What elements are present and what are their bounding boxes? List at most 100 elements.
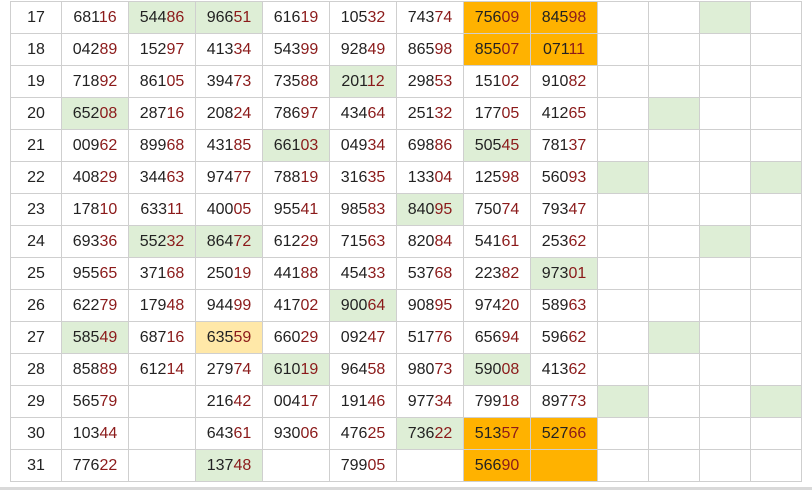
- number-cell: 25132: [396, 97, 464, 130]
- row-number: 17: [10, 1, 62, 34]
- highlight-cell: [699, 1, 751, 34]
- number-cell: 86105: [128, 65, 196, 98]
- last-two-digits: 62: [568, 328, 587, 346]
- last-two-digits: 46: [367, 392, 386, 410]
- number-cell: 53768: [396, 257, 464, 290]
- last-two-digits: 16: [166, 104, 185, 122]
- highlight-cell: [750, 353, 802, 386]
- last-two-digits: 88: [300, 264, 319, 282]
- number-cell: 41702: [262, 289, 330, 322]
- last-two-digits: 47: [568, 200, 587, 218]
- number-cell: 65208: [61, 97, 129, 130]
- last-two-digits: 34: [367, 136, 386, 154]
- highlight-cell: [648, 33, 700, 66]
- number-cell: [262, 449, 330, 482]
- last-two-digits: 79: [99, 392, 118, 410]
- last-two-digits: 05: [233, 200, 252, 218]
- number-cell: 12598: [463, 161, 531, 194]
- last-two-digits: 24: [233, 104, 252, 122]
- number-cell: 31635: [329, 161, 397, 194]
- number-cell: 56690: [463, 449, 531, 482]
- last-two-digits: 74: [233, 360, 252, 378]
- highlight-cell: [597, 385, 649, 418]
- last-two-digits: 63: [568, 296, 587, 314]
- highlight-cell: [750, 193, 802, 226]
- last-two-digits: 79: [99, 296, 118, 314]
- last-two-digits: 95: [434, 296, 453, 314]
- number-cell: 65694: [463, 321, 531, 354]
- highlight-cell: [597, 1, 649, 34]
- highlight-cell: [648, 129, 700, 162]
- highlight-cell: [699, 321, 751, 354]
- last-two-digits: 63: [367, 232, 386, 250]
- number-cell: 43185: [195, 129, 263, 162]
- table-row: 25 95565 37168 25019 44188 45433 53768 22382 973…: [10, 257, 802, 290]
- highlight-cell: [750, 225, 802, 258]
- number-cell: 20112: [329, 65, 397, 98]
- highlight-cell: [750, 1, 802, 34]
- highlight-cell: [750, 385, 802, 418]
- highlight-cell: [750, 257, 802, 290]
- last-two-digits: 98: [501, 168, 520, 186]
- last-two-digits: 86: [166, 8, 185, 26]
- last-two-digits: 10: [99, 200, 118, 218]
- highlight-cell: [699, 193, 751, 226]
- number-cell: 85507: [463, 33, 531, 66]
- number-cell: 78697: [262, 97, 330, 130]
- highlight-cell: [597, 449, 649, 482]
- last-two-digits: 49: [367, 40, 386, 58]
- highlight-cell: [648, 289, 700, 322]
- number-cell: 17705: [463, 97, 531, 130]
- row-number: 22: [10, 161, 62, 194]
- number-cell: 98583: [329, 193, 397, 226]
- last-two-digits: 17: [300, 392, 319, 410]
- number-cell: 92849: [329, 33, 397, 66]
- highlight-cell: [597, 33, 649, 66]
- table-row: 31 77622 13748 79905 56690: [10, 449, 802, 482]
- highlight-cell: [648, 353, 700, 386]
- number-cell: 66103: [262, 129, 330, 162]
- last-two-digits: 32: [434, 104, 453, 122]
- last-two-digits: 84: [434, 232, 453, 250]
- number-cell: 37168: [128, 257, 196, 290]
- number-cell: 51357: [463, 417, 531, 450]
- last-two-digits: 32: [166, 232, 185, 250]
- last-two-digits: 45: [501, 136, 520, 154]
- number-cell: [396, 449, 464, 482]
- row-number: 23: [10, 193, 62, 226]
- number-cell: 56579: [61, 385, 129, 418]
- last-two-digits: 14: [166, 360, 185, 378]
- number-cell: 93006: [262, 417, 330, 450]
- number-cell: 97477: [195, 161, 263, 194]
- highlight-cell: [750, 449, 802, 482]
- highlight-cell: [699, 449, 751, 482]
- last-two-digits: 19: [300, 8, 319, 26]
- row-number: 18: [10, 33, 62, 66]
- number-cell: 86598: [396, 33, 464, 66]
- last-two-digits: 99: [300, 40, 319, 58]
- number-cell: 47625: [329, 417, 397, 450]
- highlight-cell: [648, 225, 700, 258]
- table-row: 17 68116 54486 96651 61619 10532 74374 75609 845…: [10, 1, 802, 34]
- number-cell: 89773: [530, 385, 598, 418]
- number-cell: 52766: [530, 417, 598, 450]
- last-two-digits: 68: [434, 264, 453, 282]
- number-cell: 62279: [61, 289, 129, 322]
- row-number: 21: [10, 129, 62, 162]
- number-cell: 39473: [195, 65, 263, 98]
- highlight-cell: [750, 33, 802, 66]
- last-two-digits: 29: [99, 168, 118, 186]
- last-two-digits: 20: [501, 296, 520, 314]
- highlight-cell: [750, 97, 802, 130]
- number-cell: 97420: [463, 289, 531, 322]
- last-two-digits: 89: [99, 40, 118, 58]
- last-two-digits: 25: [367, 424, 386, 442]
- highlight-cell: [699, 385, 751, 418]
- number-cell: 07111: [530, 33, 598, 66]
- number-cell: 73622: [396, 417, 464, 450]
- last-two-digits: 88: [300, 72, 319, 90]
- number-cell: 41334: [195, 33, 263, 66]
- table-row: 22 40829 34463 97477 78819 31635 13304 12598 560…: [10, 161, 802, 194]
- highlight-cell: [699, 97, 751, 130]
- number-cell: 61019: [262, 353, 330, 386]
